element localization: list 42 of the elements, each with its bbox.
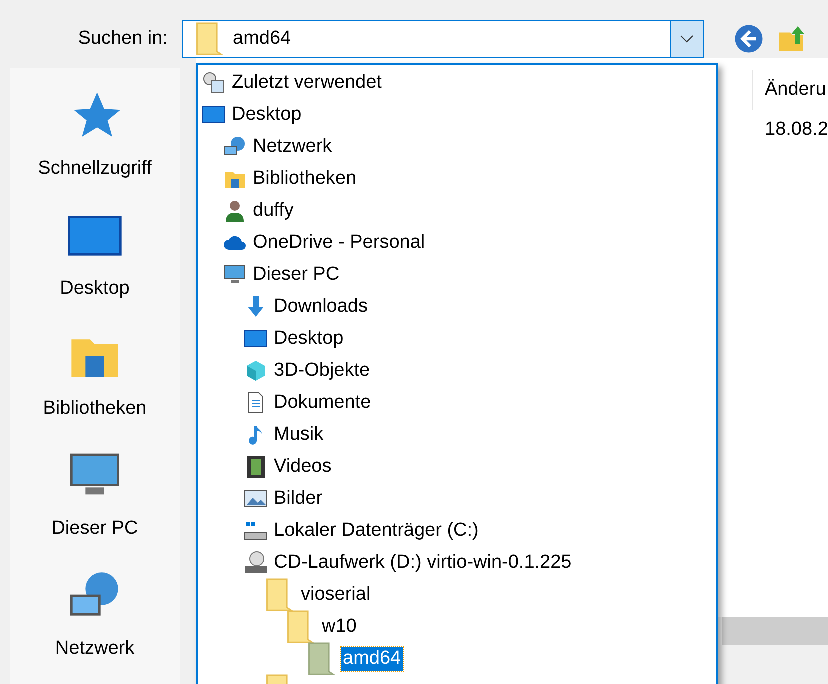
- place-item[interactable]: Dieser PC: [52, 518, 138, 540]
- look-in-value: amd64: [232, 28, 292, 50]
- location-option[interactable]: duffy: [251, 199, 296, 223]
- place-item[interactable]: Desktop: [60, 278, 130, 300]
- location-option[interactable]: Musik: [272, 423, 326, 447]
- folder-icon: [265, 578, 295, 612]
- location-option[interactable]: Zuletzt verwendet: [230, 71, 384, 95]
- film-strip-icon: [244, 455, 268, 479]
- location-option[interactable]: CD-Laufwerk (D:) virtio-win-0.1.225: [272, 551, 574, 575]
- horizontal-scrollbar[interactable]: [722, 617, 828, 645]
- dropdown-button[interactable]: [670, 21, 703, 57]
- location-option[interactable]: Bilder: [272, 487, 325, 511]
- location-option[interactable]: 3D-Objekte: [272, 359, 372, 383]
- date-cell-text: 18.08.2: [764, 118, 828, 142]
- location-option[interactable]: Dieser PC: [251, 263, 342, 287]
- folder-icon: [195, 22, 225, 56]
- location-option[interactable]: w10: [320, 615, 359, 639]
- place-item[interactable]: Netzwerk: [55, 638, 135, 660]
- location-option[interactable]: Netzwerk: [251, 135, 334, 159]
- cube-icon: [244, 359, 268, 383]
- chevron-down-icon: [680, 35, 694, 43]
- folder-icon: [286, 610, 316, 644]
- location-option[interactable]: Downloads: [272, 295, 370, 319]
- drive-icon: [244, 519, 268, 543]
- folder-icon: [307, 642, 337, 676]
- location-option[interactable]: Desktop: [272, 327, 346, 351]
- location-option[interactable]: Dokumente: [272, 391, 374, 415]
- look-in-dropdown[interactable]: amd64: [182, 20, 704, 58]
- person-icon: [223, 199, 247, 223]
- look-in-label: Suchen in:: [77, 28, 169, 50]
- column-header[interactable]: Änderu: [752, 70, 828, 110]
- location-option[interactable]: OneDrive - Personal: [251, 231, 428, 255]
- location-option[interactable]: Videos: [272, 455, 334, 479]
- cd-drive-icon: [244, 551, 268, 575]
- place-item[interactable]: Schnellzugriff: [38, 158, 152, 180]
- place-item[interactable]: Bibliotheken: [43, 398, 147, 420]
- location-option[interactable]: amd64: [341, 647, 404, 671]
- location-option[interactable]: Lokaler Datenträger (C:): [272, 519, 481, 543]
- location-option[interactable]: Bibliotheken: [251, 167, 359, 191]
- location-option[interactable]: vioserial: [299, 583, 373, 607]
- recent-files-icon: [202, 71, 226, 95]
- location-option[interactable]: Desktop: [230, 103, 304, 127]
